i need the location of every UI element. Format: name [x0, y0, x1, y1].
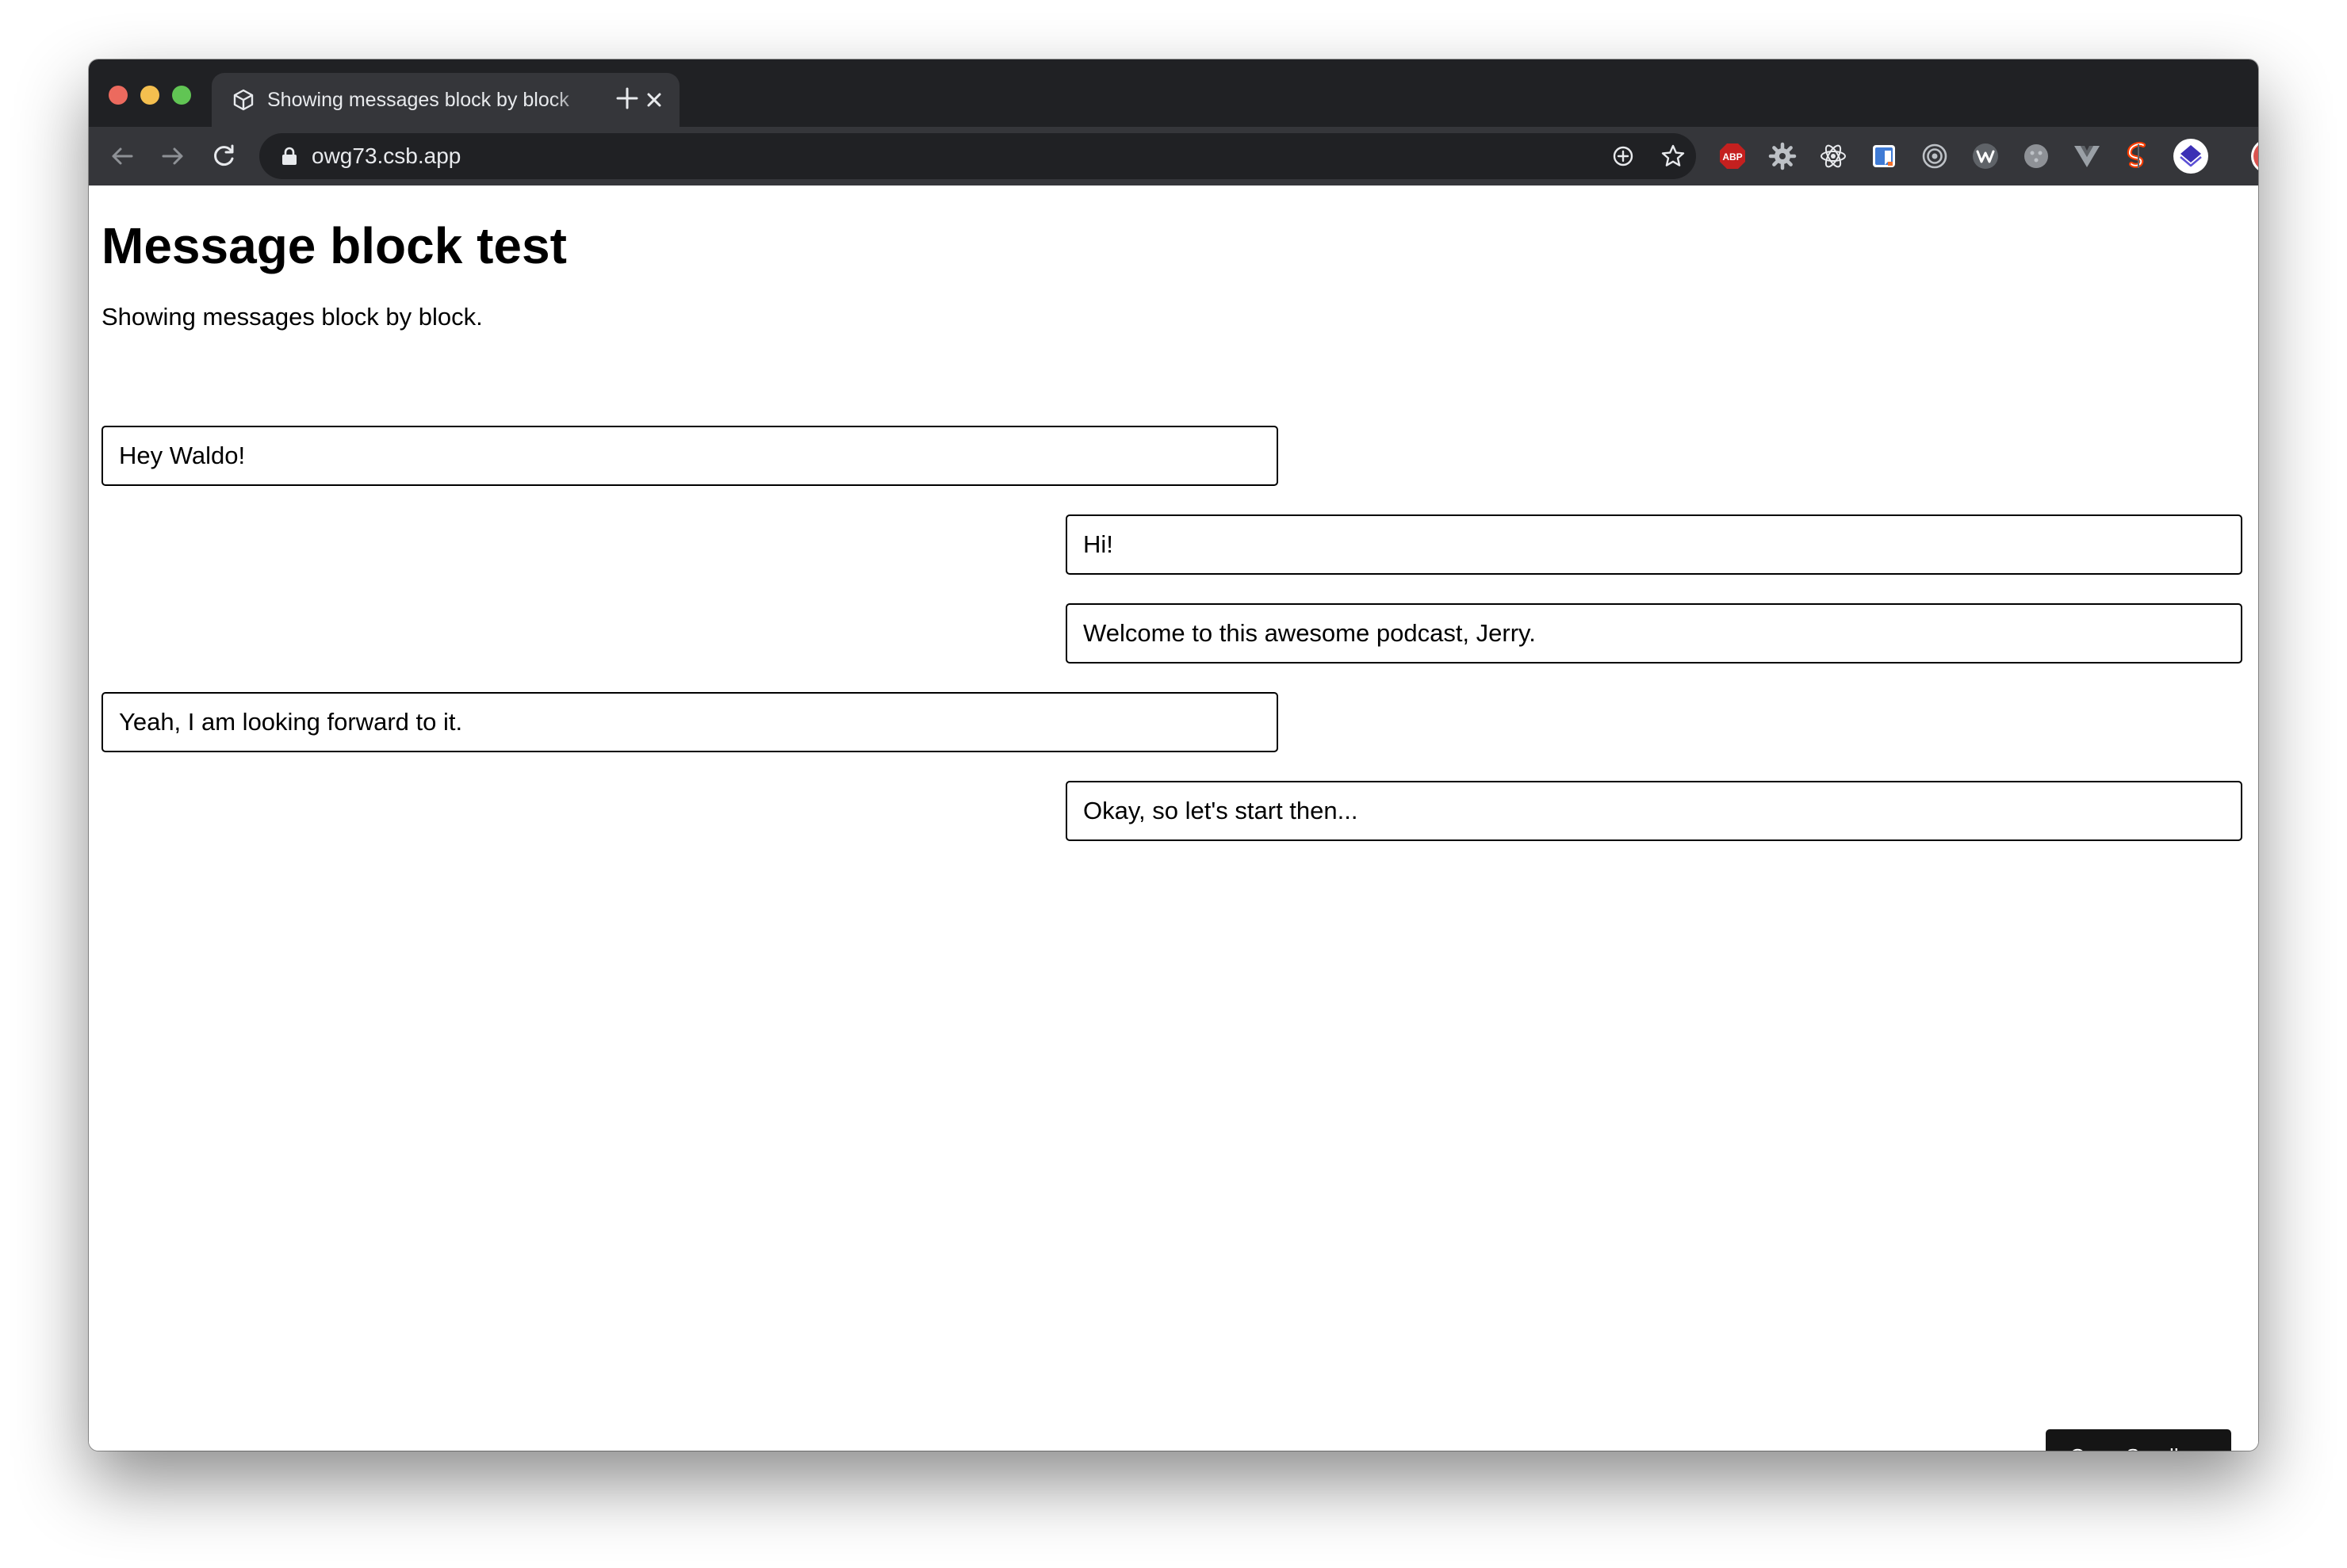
bookmark-star-icon[interactable]: [1660, 143, 1686, 169]
tab-strip: Showing messages block by block: [89, 59, 2258, 127]
url-text[interactable]: owg73.csb.app: [312, 133, 461, 179]
open-sandbox-button[interactable]: Open Sandbox: [2046, 1429, 2231, 1451]
page-content: Message block test Showing messages bloc…: [89, 185, 2258, 1451]
reload-icon[interactable]: [208, 140, 239, 172]
close-window-button[interactable]: [109, 86, 128, 105]
browser-toolbar: owg73.csb.app ABP: [89, 127, 2258, 185]
vue-devtools-icon[interactable]: [2072, 141, 2102, 171]
target-extension-icon[interactable]: [1920, 141, 1950, 171]
install-app-icon[interactable]: [1610, 143, 1636, 169]
back-arrow-icon[interactable]: [106, 140, 138, 172]
tab-title: Showing messages block by block: [267, 89, 569, 111]
profile-avatar[interactable]: [2250, 138, 2258, 174]
message-block: Hi!: [1066, 514, 2242, 575]
adblock-label: ABP: [1722, 151, 1742, 163]
lock-icon[interactable]: [280, 146, 299, 166]
bookmark-extension-icon[interactable]: [1869, 141, 1899, 171]
react-devtools-icon[interactable]: [1818, 141, 1848, 171]
browser-tab-active[interactable]: Showing messages block by block: [212, 73, 680, 127]
minimize-window-button[interactable]: [140, 86, 159, 105]
stack-extension-icon[interactable]: [2173, 138, 2209, 174]
forward-arrow-icon[interactable]: [157, 140, 189, 172]
message-block: Welcome to this awesome podcast, Jerry.: [1066, 603, 2242, 664]
message-block: Yeah, I am looking forward to it.: [101, 692, 1278, 752]
message-block: Hey Waldo!: [101, 426, 1278, 486]
circle-extension-icon[interactable]: [2021, 141, 2051, 171]
address-bar[interactable]: owg73.csb.app: [259, 133, 1696, 179]
gear-extension-icon[interactable]: [1767, 141, 1798, 171]
close-tab-icon[interactable]: [643, 89, 665, 111]
adblock-plus-icon[interactable]: ABP: [1717, 141, 1748, 171]
screenshot-stage: Showing messages block by block owg73.cs…: [0, 0, 2347, 1568]
w-extension-icon[interactable]: [1970, 141, 2001, 171]
message-block: Okay, so let's start then...: [1066, 781, 2242, 841]
new-tab-plus-icon[interactable]: [612, 83, 642, 113]
maximize-window-button[interactable]: [172, 86, 191, 105]
toolbar-separator: [2138, 144, 2139, 168]
page-subtitle: Showing messages block by block.: [101, 303, 483, 331]
page-title: Message block test: [101, 217, 567, 274]
codesandbox-cube-icon: [233, 89, 254, 111]
browser-window: Showing messages block by block owg73.cs…: [89, 59, 2258, 1451]
